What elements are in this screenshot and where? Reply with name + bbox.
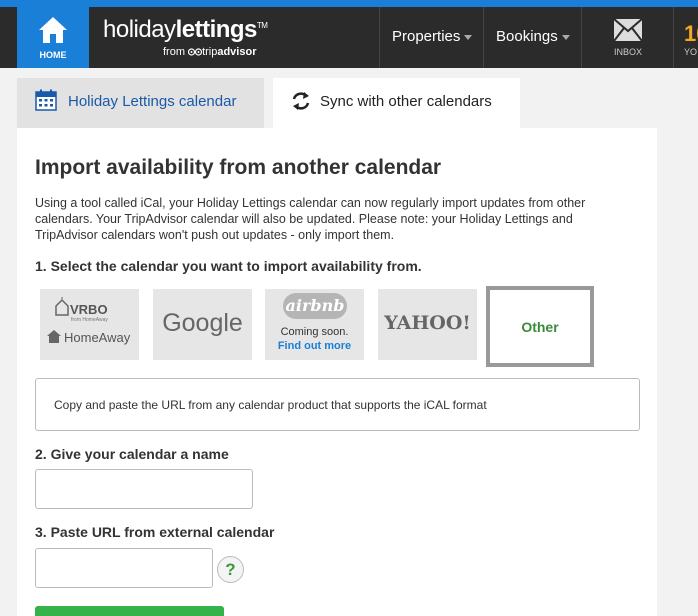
provider-vrbo-homeaway[interactable]: VRBO from HomeAway HomeAway — [40, 289, 139, 360]
submit-button[interactable] — [35, 606, 224, 616]
nav-you[interactable]: 10 YO — [673, 7, 698, 68]
tripadvisor-byline: from tripadvisor — [163, 46, 257, 58]
nav-bookings[interactable]: Bookings — [483, 7, 581, 68]
sync-arrows-icon — [292, 92, 310, 110]
envelope-icon — [613, 18, 643, 42]
find-out-more-link[interactable]: Find out more — [265, 340, 364, 352]
house-icon — [39, 17, 67, 43]
home-label: HOME — [39, 50, 67, 60]
chevron-down-icon — [561, 34, 570, 40]
ical-info-box: Copy and paste the URL from any calendar… — [35, 378, 640, 431]
calendar-icon — [35, 89, 57, 111]
top-navbar: HOME holidaylettingsTM from tripadvisor … — [0, 7, 698, 68]
step2-heading: 2. Give your calendar a name — [35, 446, 229, 462]
calendar-url-input[interactable] — [35, 548, 213, 588]
tripadvisor-owl-icon — [187, 48, 203, 56]
step3-heading: 3. Paste URL from external calendar — [35, 524, 275, 540]
page-title: Import availability from another calenda… — [35, 156, 442, 179]
holidaylettings-logo[interactable]: holidaylettingsTM from tripadvisor — [103, 16, 268, 58]
chevron-down-icon — [464, 34, 473, 40]
import-panel: Import availability from another calenda… — [17, 128, 657, 616]
provider-yahoo[interactable]: YAHOO! — [378, 289, 477, 360]
house-outline-icon — [55, 297, 69, 316]
notification-count: 10 — [684, 21, 698, 46]
nav-properties[interactable]: Properties — [379, 7, 483, 68]
homeaway-house-icon — [47, 330, 61, 343]
brand-top-line — [0, 0, 698, 7]
airbnb-logo: airbnb — [283, 293, 347, 319]
home-button[interactable]: HOME — [17, 7, 89, 68]
tab-sync-calendars[interactable]: Sync with other calendars — [273, 78, 520, 128]
calendar-name-input[interactable] — [35, 469, 253, 509]
provider-google[interactable]: Google — [153, 289, 252, 360]
nav-inbox[interactable]: INBOX — [581, 7, 673, 68]
intro-text: Using a tool called iCal, your Holiday L… — [35, 196, 586, 242]
step1-heading: 1. Select the calendar you want to impor… — [35, 258, 422, 274]
help-icon[interactable]: ? — [217, 556, 244, 583]
provider-other-selected[interactable]: Other — [486, 286, 594, 367]
provider-airbnb[interactable]: airbnb Coming soon. Find out more — [265, 289, 364, 360]
tab-holiday-lettings-calendar[interactable]: Holiday Lettings calendar — [17, 78, 264, 128]
